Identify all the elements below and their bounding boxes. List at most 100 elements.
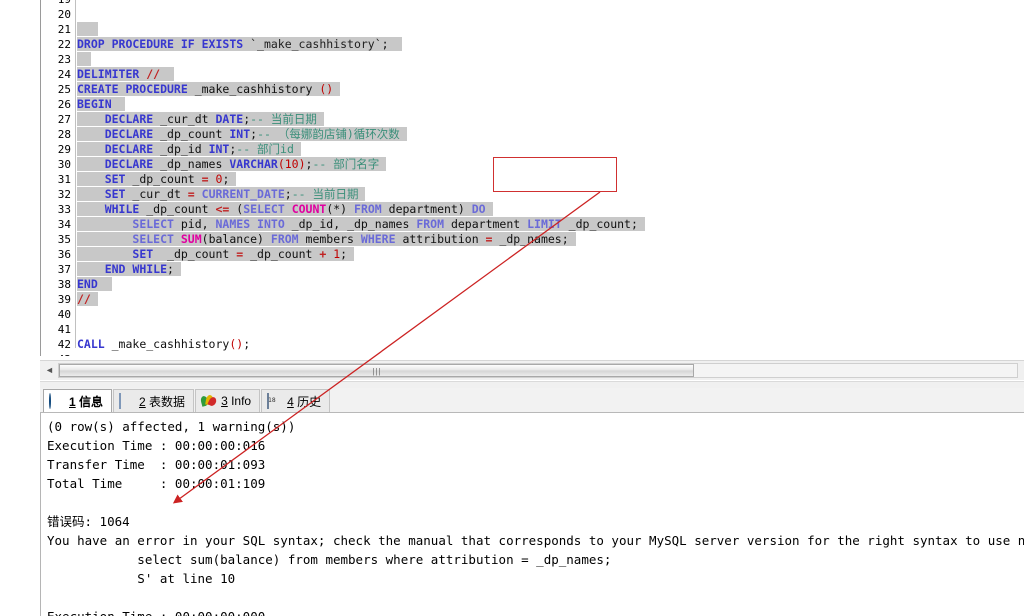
code-token: INT [229, 127, 251, 141]
code-line[interactable]: DROP PROCEDURE IF EXISTS `_make_cashhist… [77, 37, 1024, 52]
code-token: (*) [326, 202, 355, 216]
code-token: DROP PROCEDURE IF EXISTS [77, 37, 251, 51]
code-line[interactable]: END [77, 277, 1024, 292]
code-token: DECLARE [104, 142, 161, 156]
line-number: 30 [57, 158, 71, 171]
code-token: _dp_count [160, 127, 230, 141]
code-line[interactable]: SELECT SUM(balance) FROM members WHERE a… [77, 232, 1024, 247]
code-token [77, 262, 105, 276]
code-token [316, 112, 324, 126]
code-line[interactable]: SET _dp_count = _dp_count + 1; [77, 247, 1024, 262]
editor-horizontal-scrollbar[interactable]: ◄ ||| [40, 360, 1024, 380]
line-number: 23 [57, 53, 71, 66]
line-number: 43 [41, 352, 75, 356]
code-token: FROM [354, 202, 389, 216]
code-token: = [485, 232, 500, 246]
tab-accelerator: 2 [139, 394, 146, 409]
code-line[interactable]: DECLARE _dp_id INT;-- 部门id [77, 142, 1024, 157]
scrollbar-track[interactable]: ||| [58, 363, 1018, 378]
code-token [111, 97, 126, 111]
code-token: , [333, 217, 348, 231]
code-token [568, 232, 576, 246]
code-token: DECLARE [104, 157, 161, 171]
code-line[interactable]: SET _cur_dt = CURRENT_DATE;-- 当前日期 [77, 187, 1024, 202]
code-token: _make_cashhistory [194, 82, 320, 96]
code-token [77, 232, 133, 246]
code-token: CREATE PROCEDURE [77, 82, 195, 96]
code-line[interactable] [77, 7, 1024, 22]
line-number: 28 [57, 128, 71, 141]
code-token: attribution [402, 232, 486, 246]
code-token [388, 37, 403, 51]
code-token: ; [630, 217, 638, 231]
code-line[interactable]: WHILE _dp_count <= (SELECT COUNT(*) FROM… [77, 202, 1024, 217]
line-number: 22 [57, 38, 71, 51]
code-line[interactable]: DELIMITER // [77, 67, 1024, 82]
sql-editor-pane[interactable]: 1920 21 22 23 24 25 26 27 28 29 30 31 32 33 34 35 36 37 38… [40, 0, 1024, 356]
code-token: WHERE [360, 232, 403, 246]
line-number: 31 [57, 173, 71, 186]
code-line[interactable]: DECLARE _dp_count INT;-- （每娜韵店铺)循环次数 [77, 127, 1024, 142]
line-number: 29 [57, 143, 71, 156]
code-line[interactable] [77, 352, 1024, 356]
result-tabbar[interactable]: 1 信息 2 表数据 3 Info 4 历史 [40, 388, 1024, 413]
scrollbar-thumb[interactable]: ||| [59, 364, 694, 377]
code-token [77, 202, 105, 216]
result-panel: 1 信息 2 表数据 3 Info 4 历史 (0 row(s) affected, … [40, 388, 1024, 616]
result-output-line: S' at line 10 [47, 571, 236, 586]
code-token: SELECT [132, 217, 181, 231]
result-tab-2[interactable]: 2 表数据 [113, 389, 195, 412]
line-number: 35 [57, 233, 71, 246]
code-line[interactable]: BEGIN [77, 97, 1024, 112]
code-token: _dp_names [499, 232, 562, 246]
code-token: INT [208, 142, 230, 156]
code-line[interactable]: DECLARE _dp_names VARCHAR(10);-- 部门名字 [77, 157, 1024, 172]
code-line[interactable]: END WHILE; [77, 262, 1024, 277]
code-line[interactable] [77, 0, 1024, 7]
result-tab-3[interactable]: 3 Info [195, 389, 261, 412]
tab-accelerator: 4 [287, 394, 294, 409]
tab-accelerator: 3 [221, 394, 228, 408]
result-output-line: You have an error in your SQL syntax; ch… [47, 533, 1024, 548]
code-line[interactable]: CREATE PROCEDURE _make_cashhistory () [77, 82, 1024, 97]
pane-splitter[interactable] [40, 381, 1024, 388]
code-token: NAMES [215, 217, 258, 231]
code-line[interactable]: CALL _make_cashhistory(); [77, 337, 1024, 352]
code-line[interactable] [77, 322, 1024, 337]
sql-code-area[interactable]: DROP PROCEDURE IF EXISTS `_make_cashhist… [77, 0, 1024, 351]
code-token: = [187, 187, 202, 201]
code-token: DELIMITER [77, 67, 147, 81]
code-token [229, 172, 237, 186]
code-token: _dp_count [132, 172, 202, 186]
code-line[interactable]: // [77, 292, 1024, 307]
code-line[interactable] [77, 307, 1024, 322]
code-line[interactable]: SELECT pid, NAMES INTO _dp_id, _dp_names… [77, 217, 1024, 232]
code-token [77, 127, 105, 141]
line-number: 20 [57, 8, 71, 21]
code-token: DECLARE [104, 112, 161, 126]
line-number: 32 [57, 188, 71, 201]
code-token: _dp_count [146, 202, 216, 216]
code-line[interactable] [77, 22, 1024, 37]
code-token [637, 217, 645, 231]
code-token: = [201, 172, 216, 186]
line-number: 34 [57, 218, 71, 231]
code-line[interactable] [77, 52, 1024, 67]
code-token: -- （每娜韵店铺)循环次数 [257, 127, 400, 141]
line-number: 41 [57, 323, 71, 336]
code-line[interactable]: SET _dp_count = 0; [77, 172, 1024, 187]
result-output-text[interactable]: (0 row(s) affected, 1 warning(s)) Executi… [40, 413, 1024, 616]
code-token: -- 当前日期 [250, 112, 317, 126]
code-token [90, 292, 98, 306]
result-tab-4[interactable]: 4 历史 [261, 389, 331, 412]
code-line[interactable]: DECLARE _cur_dt DATE;-- 当前日期 [77, 112, 1024, 127]
code-token [77, 22, 98, 36]
code-token: department [450, 217, 528, 231]
scroll-left-arrow-icon[interactable]: ◄ [42, 363, 57, 378]
code-token: _dp_count [568, 217, 631, 231]
code-token: END WHILE [104, 262, 168, 276]
code-token: _cur_dt [160, 112, 216, 126]
line-number: 21 [57, 23, 71, 36]
code-token: FROM [416, 217, 451, 231]
result-tab-1[interactable]: 1 信息 [43, 389, 113, 412]
